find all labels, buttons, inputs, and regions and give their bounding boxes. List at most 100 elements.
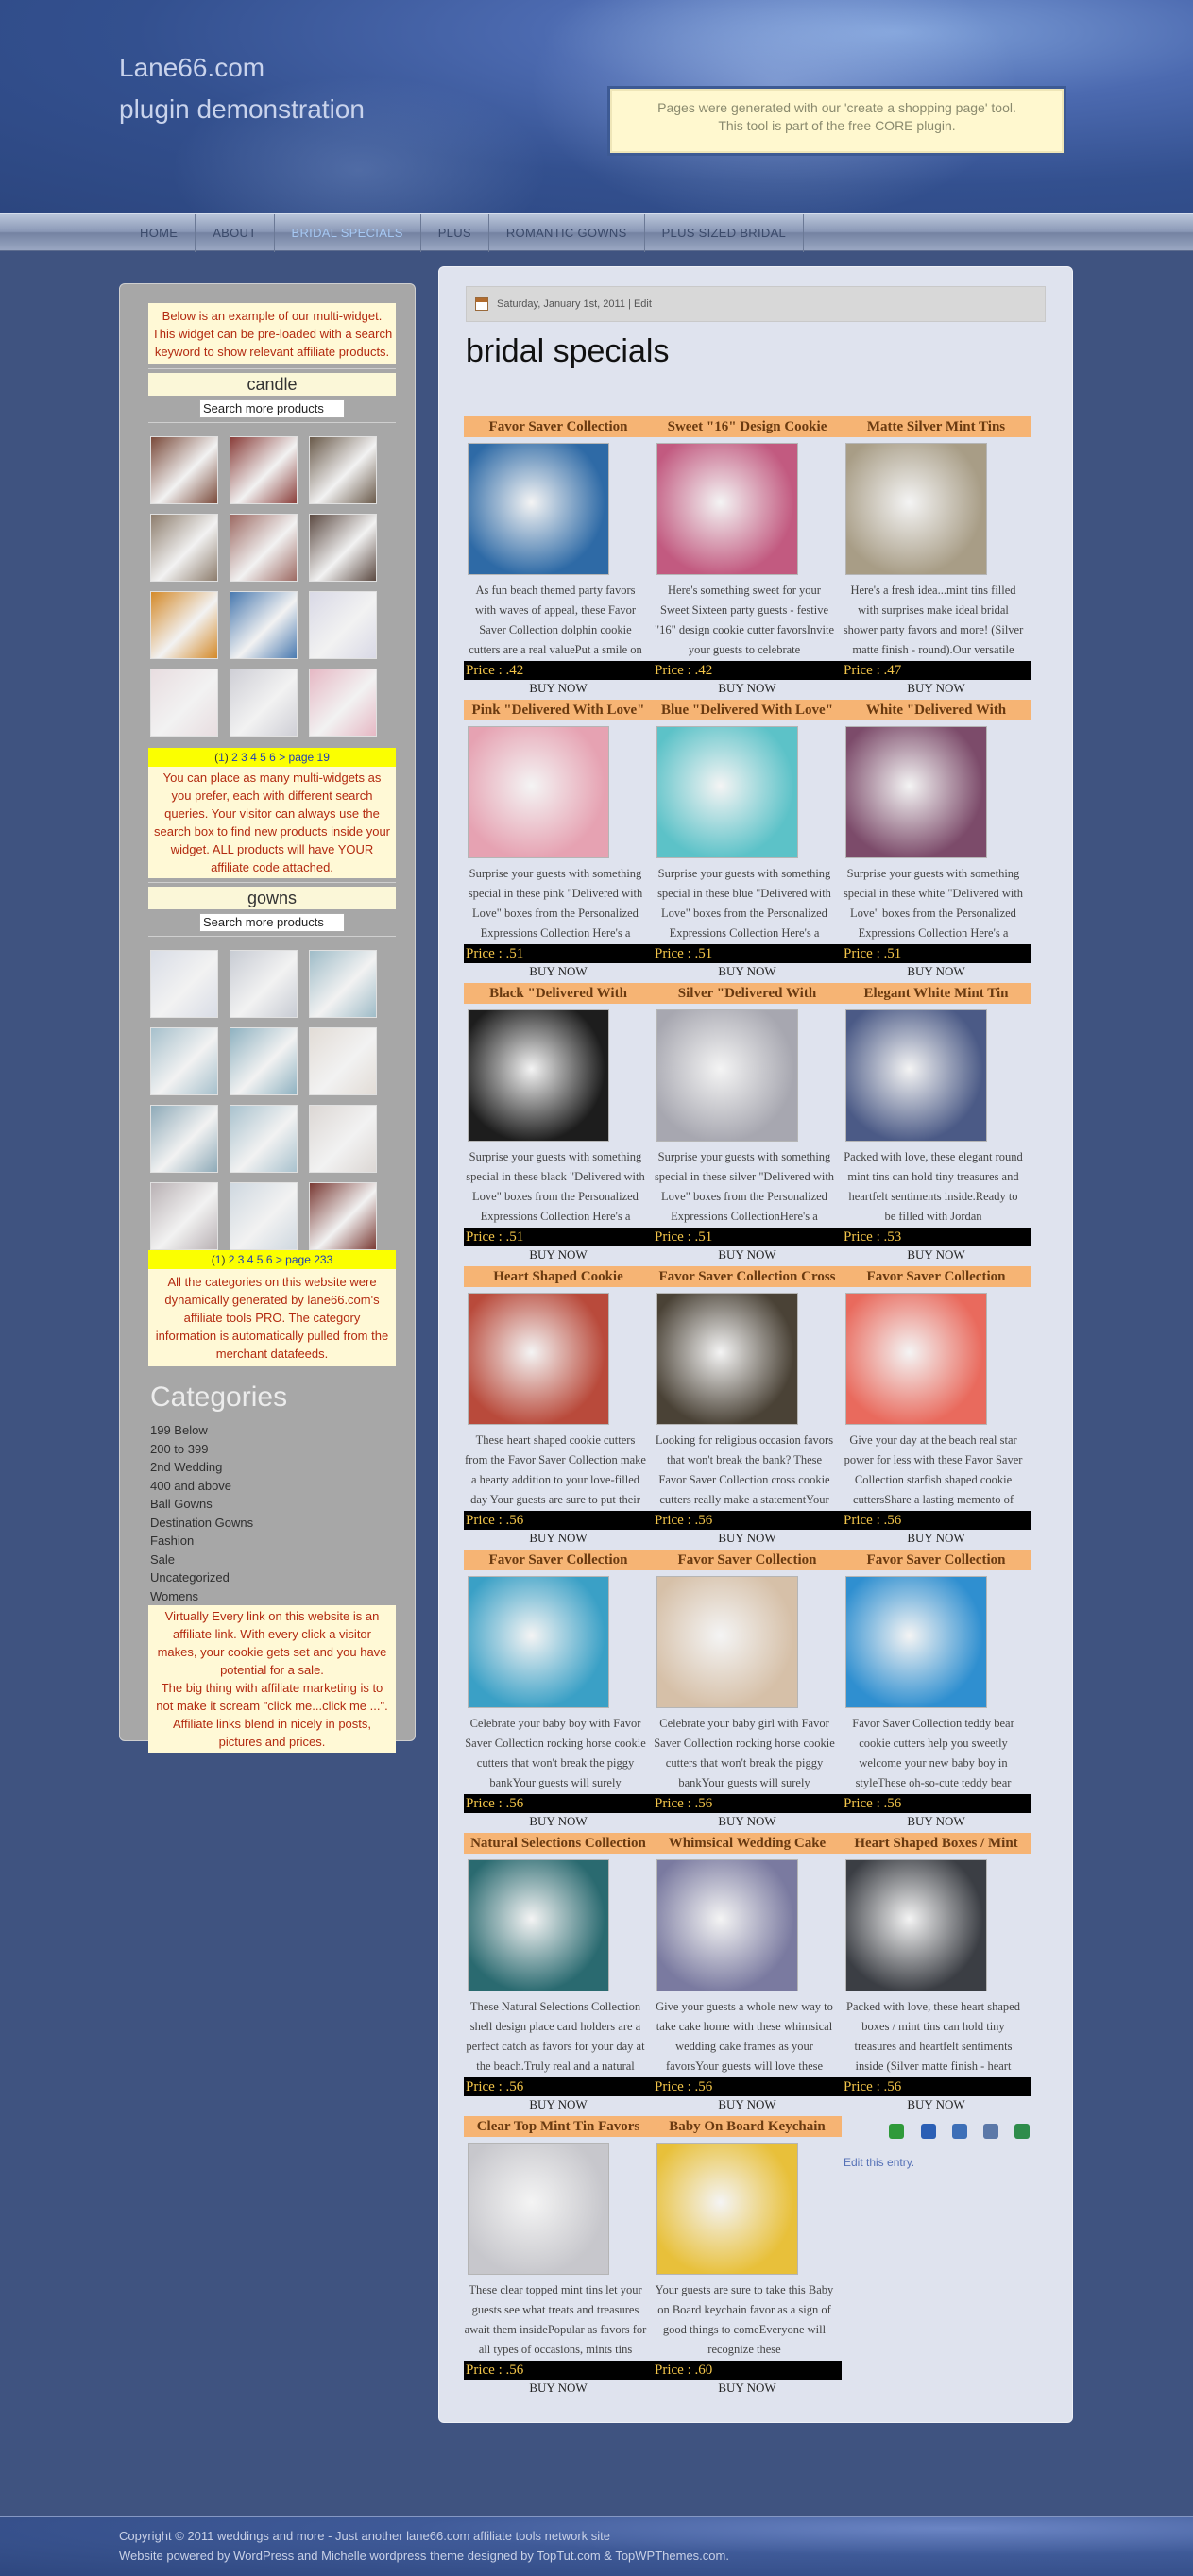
- product-title[interactable]: Favor Saver Collection: [842, 1550, 1031, 1570]
- product-thumbnail[interactable]: [150, 436, 218, 504]
- buy-now-link[interactable]: BUY NOW: [653, 1813, 842, 1830]
- product-image[interactable]: [468, 1293, 609, 1425]
- product-title[interactable]: Favor Saver Collection: [464, 1550, 653, 1570]
- product-title[interactable]: Whimsical Wedding Cake: [653, 1833, 842, 1854]
- product-thumbnail[interactable]: [230, 950, 298, 1018]
- product-thumbnail[interactable]: [309, 591, 377, 659]
- share-icon-4[interactable]: [983, 2124, 998, 2139]
- buy-now-link[interactable]: BUY NOW: [842, 1813, 1031, 1830]
- buy-now-link[interactable]: BUY NOW: [842, 1246, 1031, 1263]
- product-thumbnail[interactable]: [309, 950, 377, 1018]
- product-thumbnail[interactable]: [230, 1027, 298, 1095]
- pager-pages[interactable]: 2 3 4 5 6: [229, 1253, 273, 1266]
- edit-entry-link[interactable]: Edit this entry.: [844, 2156, 914, 2169]
- buy-now-link[interactable]: BUY NOW: [653, 2380, 842, 2397]
- edit-link[interactable]: Edit: [634, 298, 652, 310]
- product-title[interactable]: Black "Delivered With: [464, 983, 653, 1004]
- buy-now-link[interactable]: BUY NOW: [653, 680, 842, 697]
- product-image[interactable]: [656, 2143, 798, 2275]
- pager-next[interactable]: > page 233: [276, 1253, 332, 1266]
- product-thumbnail[interactable]: [230, 436, 298, 504]
- buy-now-link[interactable]: BUY NOW: [842, 1530, 1031, 1547]
- product-thumbnail[interactable]: [309, 1182, 377, 1250]
- buy-now-link[interactable]: BUY NOW: [653, 1246, 842, 1263]
- category-link[interactable]: 199 Below: [150, 1421, 415, 1440]
- product-title[interactable]: White "Delivered With: [842, 700, 1031, 720]
- product-title[interactable]: Favor Saver Collection: [653, 1550, 842, 1570]
- nav-item-plus[interactable]: PLUS: [421, 214, 489, 252]
- pager-current[interactable]: 1: [215, 1253, 222, 1266]
- product-title[interactable]: Favor Saver Collection Cross: [653, 1266, 842, 1287]
- product-image[interactable]: [656, 1576, 798, 1708]
- search-input[interactable]: Search more products: [199, 399, 345, 418]
- product-image[interactable]: [468, 1009, 609, 1142]
- product-title[interactable]: Matte Silver Mint Tins: [842, 416, 1031, 437]
- buy-now-link[interactable]: BUY NOW: [842, 2096, 1031, 2113]
- share-icon-3[interactable]: [952, 2124, 967, 2139]
- category-link[interactable]: Uncategorized: [150, 1568, 415, 1587]
- product-title[interactable]: Silver "Delivered With: [653, 983, 842, 1004]
- product-image[interactable]: [845, 1576, 987, 1708]
- category-link[interactable]: 400 and above: [150, 1477, 415, 1496]
- product-title[interactable]: Favor Saver Collection: [464, 416, 653, 437]
- pager-current[interactable]: 1: [218, 751, 225, 764]
- buy-now-link[interactable]: BUY NOW: [464, 680, 653, 697]
- buy-now-link[interactable]: BUY NOW: [653, 1530, 842, 1547]
- product-thumbnail[interactable]: [230, 669, 298, 737]
- product-image[interactable]: [468, 443, 609, 575]
- share-icon-1[interactable]: [889, 2124, 904, 2139]
- category-link[interactable]: 2nd Wedding: [150, 1458, 415, 1477]
- product-thumbnail[interactable]: [309, 1105, 377, 1173]
- product-thumbnail[interactable]: [150, 1027, 218, 1095]
- product-thumbnail[interactable]: [230, 514, 298, 582]
- product-thumbnail[interactable]: [230, 1182, 298, 1250]
- product-image[interactable]: [468, 1859, 609, 1991]
- nav-item-home[interactable]: HOME: [123, 214, 196, 252]
- category-link[interactable]: Sale: [150, 1551, 415, 1569]
- product-title[interactable]: Clear Top Mint Tin Favors: [464, 2116, 653, 2137]
- product-thumbnail[interactable]: [309, 669, 377, 737]
- product-image[interactable]: [468, 2143, 609, 2275]
- product-image[interactable]: [845, 1293, 987, 1425]
- product-thumbnail[interactable]: [150, 669, 218, 737]
- buy-now-link[interactable]: BUY NOW: [464, 2380, 653, 2397]
- product-image[interactable]: [468, 1576, 609, 1708]
- buy-now-link[interactable]: BUY NOW: [464, 1813, 653, 1830]
- product-thumbnail[interactable]: [150, 514, 218, 582]
- product-title[interactable]: Pink "Delivered With Love": [464, 700, 653, 720]
- nav-item-romantic-gowns[interactable]: ROMANTIC GOWNS: [489, 214, 645, 252]
- product-image[interactable]: [656, 1293, 798, 1425]
- product-image[interactable]: [845, 726, 987, 858]
- product-image[interactable]: [845, 443, 987, 575]
- pager-next[interactable]: > page 19: [279, 751, 330, 764]
- product-image[interactable]: [656, 726, 798, 858]
- product-image[interactable]: [656, 1859, 798, 1991]
- product-thumbnail[interactable]: [230, 591, 298, 659]
- nav-item-bridal-specials[interactable]: BRIDAL SPECIALS: [275, 214, 421, 252]
- product-image[interactable]: [845, 1859, 987, 1991]
- buy-now-link[interactable]: BUY NOW: [464, 1246, 653, 1263]
- category-link[interactable]: Womens: [150, 1587, 415, 1606]
- buy-now-link[interactable]: BUY NOW: [464, 1530, 653, 1547]
- nav-item-about[interactable]: ABOUT: [196, 214, 275, 252]
- product-title[interactable]: Elegant White Mint Tin: [842, 983, 1031, 1004]
- product-thumbnail[interactable]: [309, 1027, 377, 1095]
- product-title[interactable]: Sweet "16" Design Cookie: [653, 416, 842, 437]
- product-thumbnail[interactable]: [150, 1105, 218, 1173]
- product-title[interactable]: Natural Selections Collection: [464, 1833, 653, 1854]
- product-image[interactable]: [468, 726, 609, 858]
- product-thumbnail[interactable]: [230, 1105, 298, 1173]
- site-title[interactable]: Lane66.com plugin demonstration: [119, 47, 365, 130]
- buy-now-link[interactable]: BUY NOW: [842, 963, 1031, 980]
- category-link[interactable]: 200 to 399: [150, 1440, 415, 1459]
- product-thumbnail[interactable]: [309, 514, 377, 582]
- product-thumbnail[interactable]: [150, 591, 218, 659]
- buy-now-link[interactable]: BUY NOW: [464, 2096, 653, 2113]
- product-title[interactable]: Blue "Delivered With Love": [653, 700, 842, 720]
- buy-now-link[interactable]: BUY NOW: [464, 963, 653, 980]
- buy-now-link[interactable]: BUY NOW: [842, 680, 1031, 697]
- product-image[interactable]: [656, 443, 798, 575]
- site-title-line1[interactable]: Lane66.com: [119, 47, 365, 89]
- product-thumbnail[interactable]: [309, 436, 377, 504]
- product-image[interactable]: [656, 1009, 798, 1142]
